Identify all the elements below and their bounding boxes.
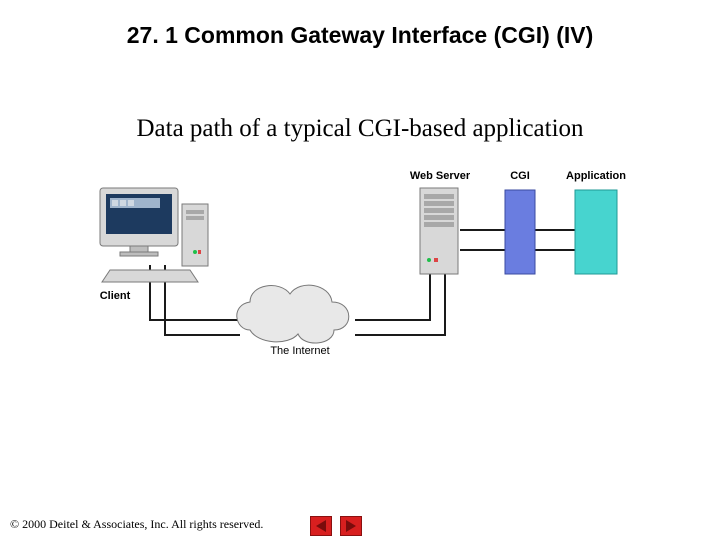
- internet-cloud-icon: [237, 285, 349, 343]
- application-block-icon: [575, 190, 617, 274]
- cgi-block-icon: [505, 190, 535, 274]
- slide-subtitle: Data path of a typical CGI-based applica…: [0, 115, 720, 143]
- slide: 27. 1 Common Gateway Interface (CGI) (IV…: [0, 0, 720, 540]
- label-client: Client: [90, 290, 140, 302]
- nav-controls: [310, 516, 362, 536]
- client-computer-icon: [100, 188, 208, 282]
- next-button[interactable]: [340, 516, 362, 536]
- web-server-icon: [420, 188, 458, 274]
- diagram: Client Web Server CGI Application The In…: [80, 170, 640, 410]
- diagram-svg: [80, 170, 640, 410]
- label-internet: The Internet: [255, 345, 345, 357]
- label-application: Application: [560, 170, 632, 182]
- prev-button[interactable]: [310, 516, 332, 536]
- label-web-server: Web Server: [405, 170, 475, 182]
- copyright-footer: © 2000 Deitel & Associates, Inc. All rig…: [10, 517, 263, 532]
- label-cgi: CGI: [500, 170, 540, 182]
- slide-title: 27. 1 Common Gateway Interface (CGI) (IV…: [0, 22, 720, 49]
